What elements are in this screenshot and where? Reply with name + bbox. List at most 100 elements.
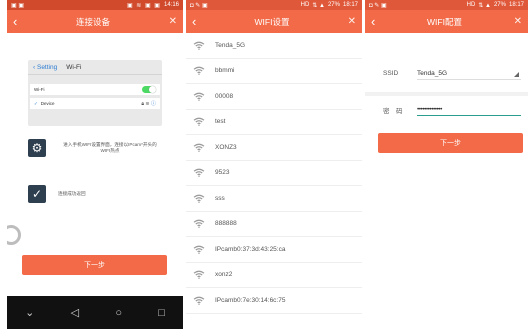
connect-device-body: ‹ Setting Wi-Fi Wi-Fi ✓ Device 🔒︎ ≋ ⓘ ⚙ … [7,33,183,329]
password-row: 密 码 •••••••••••••• [365,103,528,116]
title-bar: ‹ WIFI设置 ✕ [186,10,362,33]
floating-ring-icon[interactable] [7,225,21,245]
status-right-icons: ▣ ≋ ▣ ▣ [126,2,161,9]
wifi-network-name: xonz2 [215,271,233,279]
status-bar: ◘ ✎ ▣ HD ⇅ ▲ 27% 18:17 [186,0,362,10]
mock-device-row: ✓ Device 🔒︎ ≋ ⓘ [30,98,160,109]
wifi-signal-icon [193,296,205,305]
hd-badge: HD [300,2,310,8]
page-title: 连接设备 [75,16,110,27]
status-left-icons: ◘ ✎ ▣ [369,2,387,9]
chevron-left-icon[interactable]: ‹ [13,15,17,28]
ssid-select[interactable]: Tenda_5G [417,67,521,80]
hd-badge: HD [466,2,476,8]
page-title: WIFI配置 [427,16,462,27]
wifi-network-item[interactable]: 00008 [186,84,362,110]
checkmark-icon: ✓ [34,100,38,106]
signal-icon: ⇅ ▲ [478,2,491,9]
step-text: 连接成功返回 [58,191,86,196]
wifi-network-item[interactable]: bbmmi [186,59,362,84]
signal-icon: ⇅ ▲ [312,2,325,9]
status-bar: ▣ ▣ ▣ ≋ ▣ ▣ 14:16 [7,0,183,10]
wifi-network-item[interactable]: IPcamb0:37:3d:43:25:ca [186,237,362,263]
wifi-network-item[interactable]: test [186,110,362,135]
info-icon: ⓘ [150,101,156,107]
home-circle-icon[interactable]: ○ [115,307,122,319]
ssid-label: SSID [383,70,399,77]
close-icon[interactable]: ✕ [514,16,522,27]
battery-level: 27% [327,2,340,8]
wifi-network-name: IPcamb0:7e:30:14:6c:75 [215,296,286,304]
next-button[interactable]: 下一步 [378,133,523,153]
step-text: 进入手机WIFI设置界面，连接以IPcam*开头的WIFI热点 [63,142,157,153]
wifi-network-name: 9523 [215,169,230,177]
wifi-signal-icon [193,41,205,50]
wifi-network-name: IPcamb0:37:3d:43:25:ca [215,245,286,253]
mock-title: Wi-Fi [66,63,82,71]
mock-wifi-row: Wi-Fi [30,84,160,95]
status-left-icons: ◘ ✎ ▣ [190,2,208,9]
title-bar: ‹ 连接设备 ✕ [7,10,183,33]
wifi-network-item[interactable]: XONZ3 [186,135,362,161]
wifi-network-item[interactable]: xonz2 [186,263,362,288]
wifi-network-item[interactable]: sss [186,186,362,212]
connect-device-screen: ▣ ▣ ▣ ≋ ▣ ▣ 14:16 ‹ 连接设备 ✕ ‹ Setting Wi-… [7,0,183,329]
wifi-network-item[interactable]: 9523 [186,161,362,186]
battery-level: 27% [493,2,506,8]
wifi-icon: ≋ [145,101,150,107]
wifi-signal-icon [193,245,205,254]
status-time: 18:17 [508,2,524,8]
chevron-left-icon[interactable]: ‹ [192,15,196,28]
dropdown-arrow-icon [514,72,519,77]
chevron-down-icon[interactable]: ⌄ [25,306,34,319]
ssid-row: SSID Tenda_5G [365,67,528,80]
close-icon[interactable]: ✕ [169,16,177,27]
wifi-config-screen: ◘ ✎ ▣ HD ⇅ ▲ 27% 18:17 ‹ WIFI配置 ✕ SSID T… [365,0,528,329]
wifi-network-name: Tenda_5G [215,41,245,49]
wifi-signal-icon [193,219,205,229]
back-triangle-icon[interactable]: ◁ [71,306,79,319]
wifi-network-name: bbmmi [215,67,235,75]
wifi-signal-icon [193,143,205,152]
system-nav-bar: ⌄ ◁ ○ □ [7,296,183,329]
status-time: 14:16 [163,2,179,8]
toggle-icon [142,86,156,93]
close-icon[interactable]: ✕ [348,16,356,27]
divider [365,92,528,96]
wifi-network-name: test [215,118,226,126]
checkbox-icon: ✓ [28,185,46,203]
status-time: 18:17 [342,2,358,8]
password-field[interactable]: •••••••••••••• [417,103,521,116]
wifi-network-item[interactable]: IPcamb0:7e:30:14:6c:75 [186,288,362,314]
wifi-signal-icon [193,270,205,280]
wifi-network-item[interactable]: 888888 [186,212,362,237]
mock-back-label: ‹ Setting [33,63,58,71]
wifi-network-name: XONZ3 [215,143,237,151]
step-connected-return: ✓ 连接成功返回 [28,185,86,203]
status-left-icons: ▣ ▣ [11,2,25,9]
next-button[interactable]: 下一步 [22,255,167,275]
wifi-network-list: Tenda_5Gbbmmi 00008 test XONZ3 9523 sss 888888… [186,33,362,314]
recents-square-icon[interactable]: □ [158,307,165,319]
chevron-left-icon[interactable]: ‹ [371,15,375,28]
wifi-config-body: SSID Tenda_5G 密 码 •••••••••••••• 下一步 [365,33,528,329]
wifi-network-name: sss [215,194,225,202]
wifi-network-item[interactable]: Tenda_5G [186,33,362,59]
wifi-signal-icon [193,66,205,76]
password-label: 密 码 [383,107,403,115]
wifi-signal-icon [193,168,205,178]
lock-icon: 🔒︎ [141,101,144,107]
wifi-network-name: 888888 [215,220,237,228]
status-bar: ◘ ✎ ▣ HD ⇅ ▲ 27% 18:17 [365,0,528,10]
title-bar: ‹ WIFI配置 ✕ [365,10,528,33]
wifi-network-name: 00008 [215,92,234,100]
ssid-value: Tenda_5G [417,69,447,77]
step-open-wifi-settings: ⚙ 进入手机WIFI设置界面，连接以IPcam*开头的WIFI热点 [28,139,158,157]
wifi-signal-icon [193,92,205,101]
wifi-signal-icon [193,117,205,127]
gear-icon: ⚙ [28,139,46,157]
wifi-signal-icon [193,194,205,203]
wifi-settings-screen: ◘ ✎ ▣ HD ⇅ ▲ 27% 18:17 ‹ WIFI设置 ✕ Tenda_… [186,0,362,329]
wifi-settings-illustration: ‹ Setting Wi-Fi Wi-Fi ✓ Device 🔒︎ ≋ ⓘ [28,60,162,126]
page-title: WIFI设置 [254,16,290,27]
